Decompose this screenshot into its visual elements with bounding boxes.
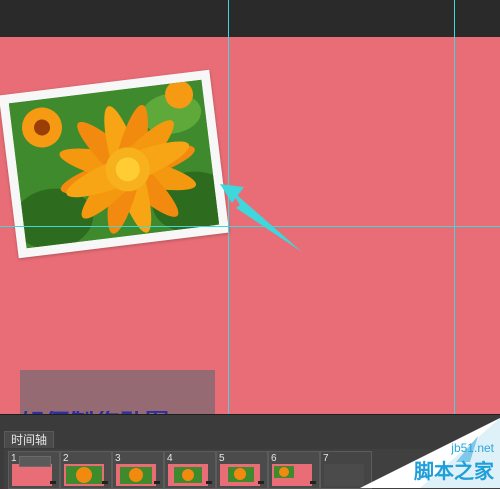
frame-delay-marker bbox=[50, 481, 56, 484]
frame-number: 7 bbox=[323, 453, 329, 464]
document-canvas[interactable] bbox=[0, 37, 500, 417]
frame-thumbnail bbox=[116, 464, 156, 486]
watermark-site: jb51.net bbox=[451, 441, 494, 455]
frame-thumbnail bbox=[64, 464, 104, 486]
frame-1[interactable]: 1 bbox=[8, 451, 60, 489]
watermark-name: 脚本之家 bbox=[414, 461, 494, 483]
frame-thumbnail bbox=[324, 464, 364, 486]
frame-6[interactable]: 6 bbox=[268, 451, 320, 489]
frame-number: 3 bbox=[115, 453, 121, 464]
frame-delay-marker bbox=[310, 481, 316, 484]
frame-number: 2 bbox=[63, 453, 69, 464]
frame-delay-marker bbox=[206, 481, 212, 484]
frame-thumbnail bbox=[168, 464, 208, 486]
arrow-annotation bbox=[220, 184, 302, 252]
site-watermark: jb51.net 脚本之家 bbox=[360, 418, 500, 488]
frame-thumbnail-overlay bbox=[19, 456, 51, 467]
tab-timeline[interactable]: 时间轴 bbox=[4, 431, 55, 448]
frame-number: 6 bbox=[271, 453, 277, 464]
frame-delay-marker bbox=[154, 481, 160, 484]
horizontal-guide[interactable] bbox=[0, 226, 500, 227]
frame-thumbnail bbox=[272, 464, 312, 486]
frame-4[interactable]: 4 bbox=[164, 451, 216, 489]
frame-delay-marker bbox=[258, 481, 264, 484]
frame-delay-marker bbox=[102, 481, 108, 484]
frame-5[interactable]: 5 bbox=[216, 451, 268, 489]
frame-number: 4 bbox=[167, 453, 173, 464]
frame-number: 1 bbox=[11, 453, 17, 464]
frame-2[interactable]: 2 bbox=[60, 451, 112, 489]
frame-number: 5 bbox=[219, 453, 225, 464]
frame-3[interactable]: 3 bbox=[112, 451, 164, 489]
frame-thumbnail bbox=[220, 464, 260, 486]
top-bar bbox=[0, 0, 500, 37]
frame-thumbnail bbox=[12, 464, 52, 486]
